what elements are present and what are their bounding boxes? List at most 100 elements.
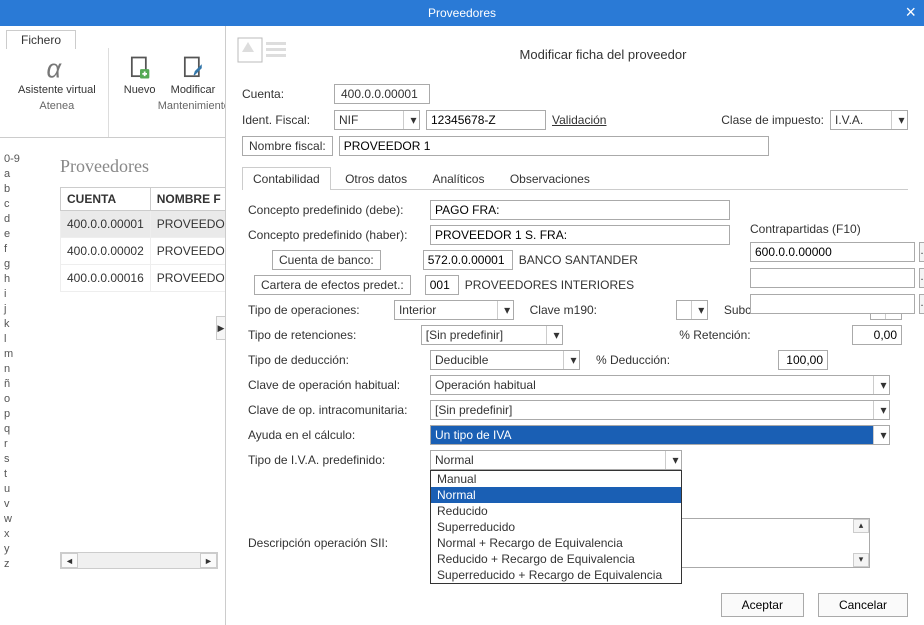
validacion-link[interactable]: Validación bbox=[552, 113, 606, 127]
chevron-down-icon[interactable]: ▾ bbox=[403, 111, 419, 129]
iva-option[interactable]: Normal bbox=[431, 487, 681, 503]
ellipsis-button[interactable]: … bbox=[919, 242, 924, 262]
combo-tipo-ret[interactable]: [Sin predefinir]▾ bbox=[421, 325, 563, 345]
alpha-c[interactable]: c bbox=[2, 197, 26, 212]
iva-option[interactable]: Normal + Recargo de Equivalencia bbox=[431, 535, 681, 551]
table-row[interactable]: 400.0.0.00001PROVEEDOR bbox=[61, 211, 240, 238]
alpha-y[interactable]: y bbox=[2, 542, 26, 557]
combo-clave-m190[interactable]: ▾ bbox=[676, 300, 708, 320]
combo-ayuda-calculo[interactable]: Un tipo de IVA▾ bbox=[430, 425, 890, 445]
tab-analiticos[interactable]: Analíticos bbox=[421, 167, 495, 190]
scroll-down-icon[interactable]: ▾ bbox=[853, 553, 869, 567]
ellipsis-button[interactable]: … bbox=[919, 294, 924, 314]
combo-tipo-id[interactable]: NIF▾ bbox=[334, 110, 420, 130]
chevron-down-icon[interactable]: ▾ bbox=[546, 326, 562, 344]
scroll-left-icon[interactable]: ◄ bbox=[61, 553, 78, 568]
aceptar-button[interactable]: Aceptar bbox=[721, 593, 804, 617]
asistente-virtual-button[interactable]: α Asistente virtual bbox=[14, 52, 100, 98]
alpha-u[interactable]: u bbox=[2, 482, 26, 497]
cartera-cod-input[interactable] bbox=[425, 275, 459, 295]
contrapartida-input[interactable] bbox=[750, 268, 915, 288]
pct-retencion-input[interactable] bbox=[852, 325, 902, 345]
combo-clave-op[interactable]: Operación habitual▾ bbox=[430, 375, 890, 395]
alpha-0-9[interactable]: 0-9 bbox=[2, 152, 26, 167]
alpha-z[interactable]: z bbox=[2, 557, 26, 572]
alpha-d[interactable]: d bbox=[2, 212, 26, 227]
iva-option[interactable]: Reducido bbox=[431, 503, 681, 519]
document-edit-icon bbox=[179, 54, 207, 82]
alpha-n[interactable]: n bbox=[2, 362, 26, 377]
col-cuenta[interactable]: CUENTA bbox=[61, 188, 151, 211]
iva-option[interactable]: Reducido + Recargo de Equivalencia bbox=[431, 551, 681, 567]
concepto-haber-input[interactable] bbox=[430, 225, 730, 245]
combo-clase-impuesto[interactable]: I.V.A.▾ bbox=[830, 110, 908, 130]
cancelar-button[interactable]: Cancelar bbox=[818, 593, 908, 617]
alpha-p[interactable]: p bbox=[2, 407, 26, 422]
close-icon[interactable]: × bbox=[905, 2, 916, 23]
alpha-f[interactable]: f bbox=[2, 242, 26, 257]
nombre-fiscal-input[interactable] bbox=[339, 136, 769, 156]
concepto-debe-input[interactable] bbox=[430, 200, 730, 220]
tab-otros-datos[interactable]: Otros datos bbox=[334, 167, 418, 190]
alpha-x[interactable]: x bbox=[2, 527, 26, 542]
chevron-down-icon[interactable]: ▾ bbox=[691, 301, 707, 319]
contrapartida-input[interactable] bbox=[750, 294, 915, 314]
alpha-k[interactable]: k bbox=[2, 317, 26, 332]
tab-observaciones[interactable]: Observaciones bbox=[499, 167, 601, 190]
horizontal-scrollbar[interactable]: ◄ ► bbox=[60, 552, 218, 569]
alpha-i[interactable]: i bbox=[2, 287, 26, 302]
nuevo-button[interactable]: Nuevo bbox=[117, 52, 163, 98]
alpha-m[interactable]: m bbox=[2, 347, 26, 362]
table-row[interactable]: 400.0.0.00002PROVEEDOR bbox=[61, 238, 240, 265]
pct-deduccion-input[interactable] bbox=[778, 350, 828, 370]
label-cuenta: Cuenta: bbox=[242, 87, 328, 101]
ribbon-group-atenea: α Asistente virtual Atenea bbox=[6, 48, 109, 137]
alpha-s[interactable]: s bbox=[2, 452, 26, 467]
alpha-e[interactable]: e bbox=[2, 227, 26, 242]
combo-tipo-ded[interactable]: Deducible▾ bbox=[430, 350, 580, 370]
chevron-down-icon[interactable]: ▾ bbox=[873, 426, 889, 444]
iva-option[interactable]: Manual bbox=[431, 471, 681, 487]
label-ayuda: Ayuda en el cálculo: bbox=[248, 428, 424, 442]
alpha-j[interactable]: j bbox=[2, 302, 26, 317]
alpha-o[interactable]: o bbox=[2, 392, 26, 407]
cell-cuenta: 400.0.0.00016 bbox=[61, 265, 151, 292]
ribbon-tab-fichero[interactable]: Fichero bbox=[6, 30, 76, 49]
alpha-v[interactable]: v bbox=[2, 497, 26, 512]
tipo-iva-dropdown[interactable]: ManualNormalReducidoSuperreducidoNormal … bbox=[430, 470, 682, 584]
alpha-a[interactable]: a bbox=[2, 167, 26, 182]
combo-clave-intra[interactable]: [Sin predefinir]▾ bbox=[430, 400, 890, 420]
scroll-right-icon[interactable]: ► bbox=[200, 553, 217, 568]
chevron-down-icon[interactable]: ▾ bbox=[497, 301, 513, 319]
iva-option[interactable]: Superreducido bbox=[431, 519, 681, 535]
alpha-r[interactable]: r bbox=[2, 437, 26, 452]
contrapartida-input[interactable] bbox=[750, 242, 915, 262]
tab-contabilidad[interactable]: Contabilidad bbox=[242, 167, 331, 190]
chevron-down-icon[interactable]: ▾ bbox=[563, 351, 579, 369]
combo-tipo-op[interactable]: Interior▾ bbox=[394, 300, 514, 320]
cuenta-banco-input[interactable] bbox=[423, 250, 513, 270]
alpha-w[interactable]: w bbox=[2, 512, 26, 527]
alpha-t[interactable]: t bbox=[2, 467, 26, 482]
alpha-h[interactable]: h bbox=[2, 272, 26, 287]
chevron-down-icon[interactable]: ▾ bbox=[873, 401, 889, 419]
alpha-q[interactable]: q bbox=[2, 422, 26, 437]
scroll-up-icon[interactable]: ▴ bbox=[853, 519, 869, 533]
alpha-l[interactable]: l bbox=[2, 332, 26, 347]
nif-input[interactable] bbox=[426, 110, 546, 130]
label-cuenta-banco[interactable]: Cuenta de banco: bbox=[272, 250, 381, 270]
combo-tipo-iva[interactable]: Normal▾ bbox=[430, 450, 682, 470]
ellipsis-button[interactable]: … bbox=[919, 268, 924, 288]
alpha-icon: α bbox=[43, 54, 71, 82]
alpha-ñ[interactable]: ñ bbox=[2, 377, 26, 392]
modificar-button[interactable]: Modificar bbox=[167, 52, 220, 98]
label-cartera[interactable]: Cartera de efectos predet.: bbox=[254, 275, 411, 295]
table-row[interactable]: 400.0.0.00016PROVEEDOR bbox=[61, 265, 240, 292]
alpha-g[interactable]: g bbox=[2, 257, 26, 272]
alpha-b[interactable]: b bbox=[2, 182, 26, 197]
chevron-down-icon[interactable]: ▾ bbox=[891, 111, 907, 129]
iva-option[interactable]: Superreducido + Recargo de Equivalencia bbox=[431, 567, 681, 583]
chevron-down-icon[interactable]: ▾ bbox=[665, 451, 681, 469]
chevron-down-icon[interactable]: ▾ bbox=[873, 376, 889, 394]
detail-panel: Modificar ficha del proveedor Cuenta: 40… bbox=[225, 26, 924, 625]
